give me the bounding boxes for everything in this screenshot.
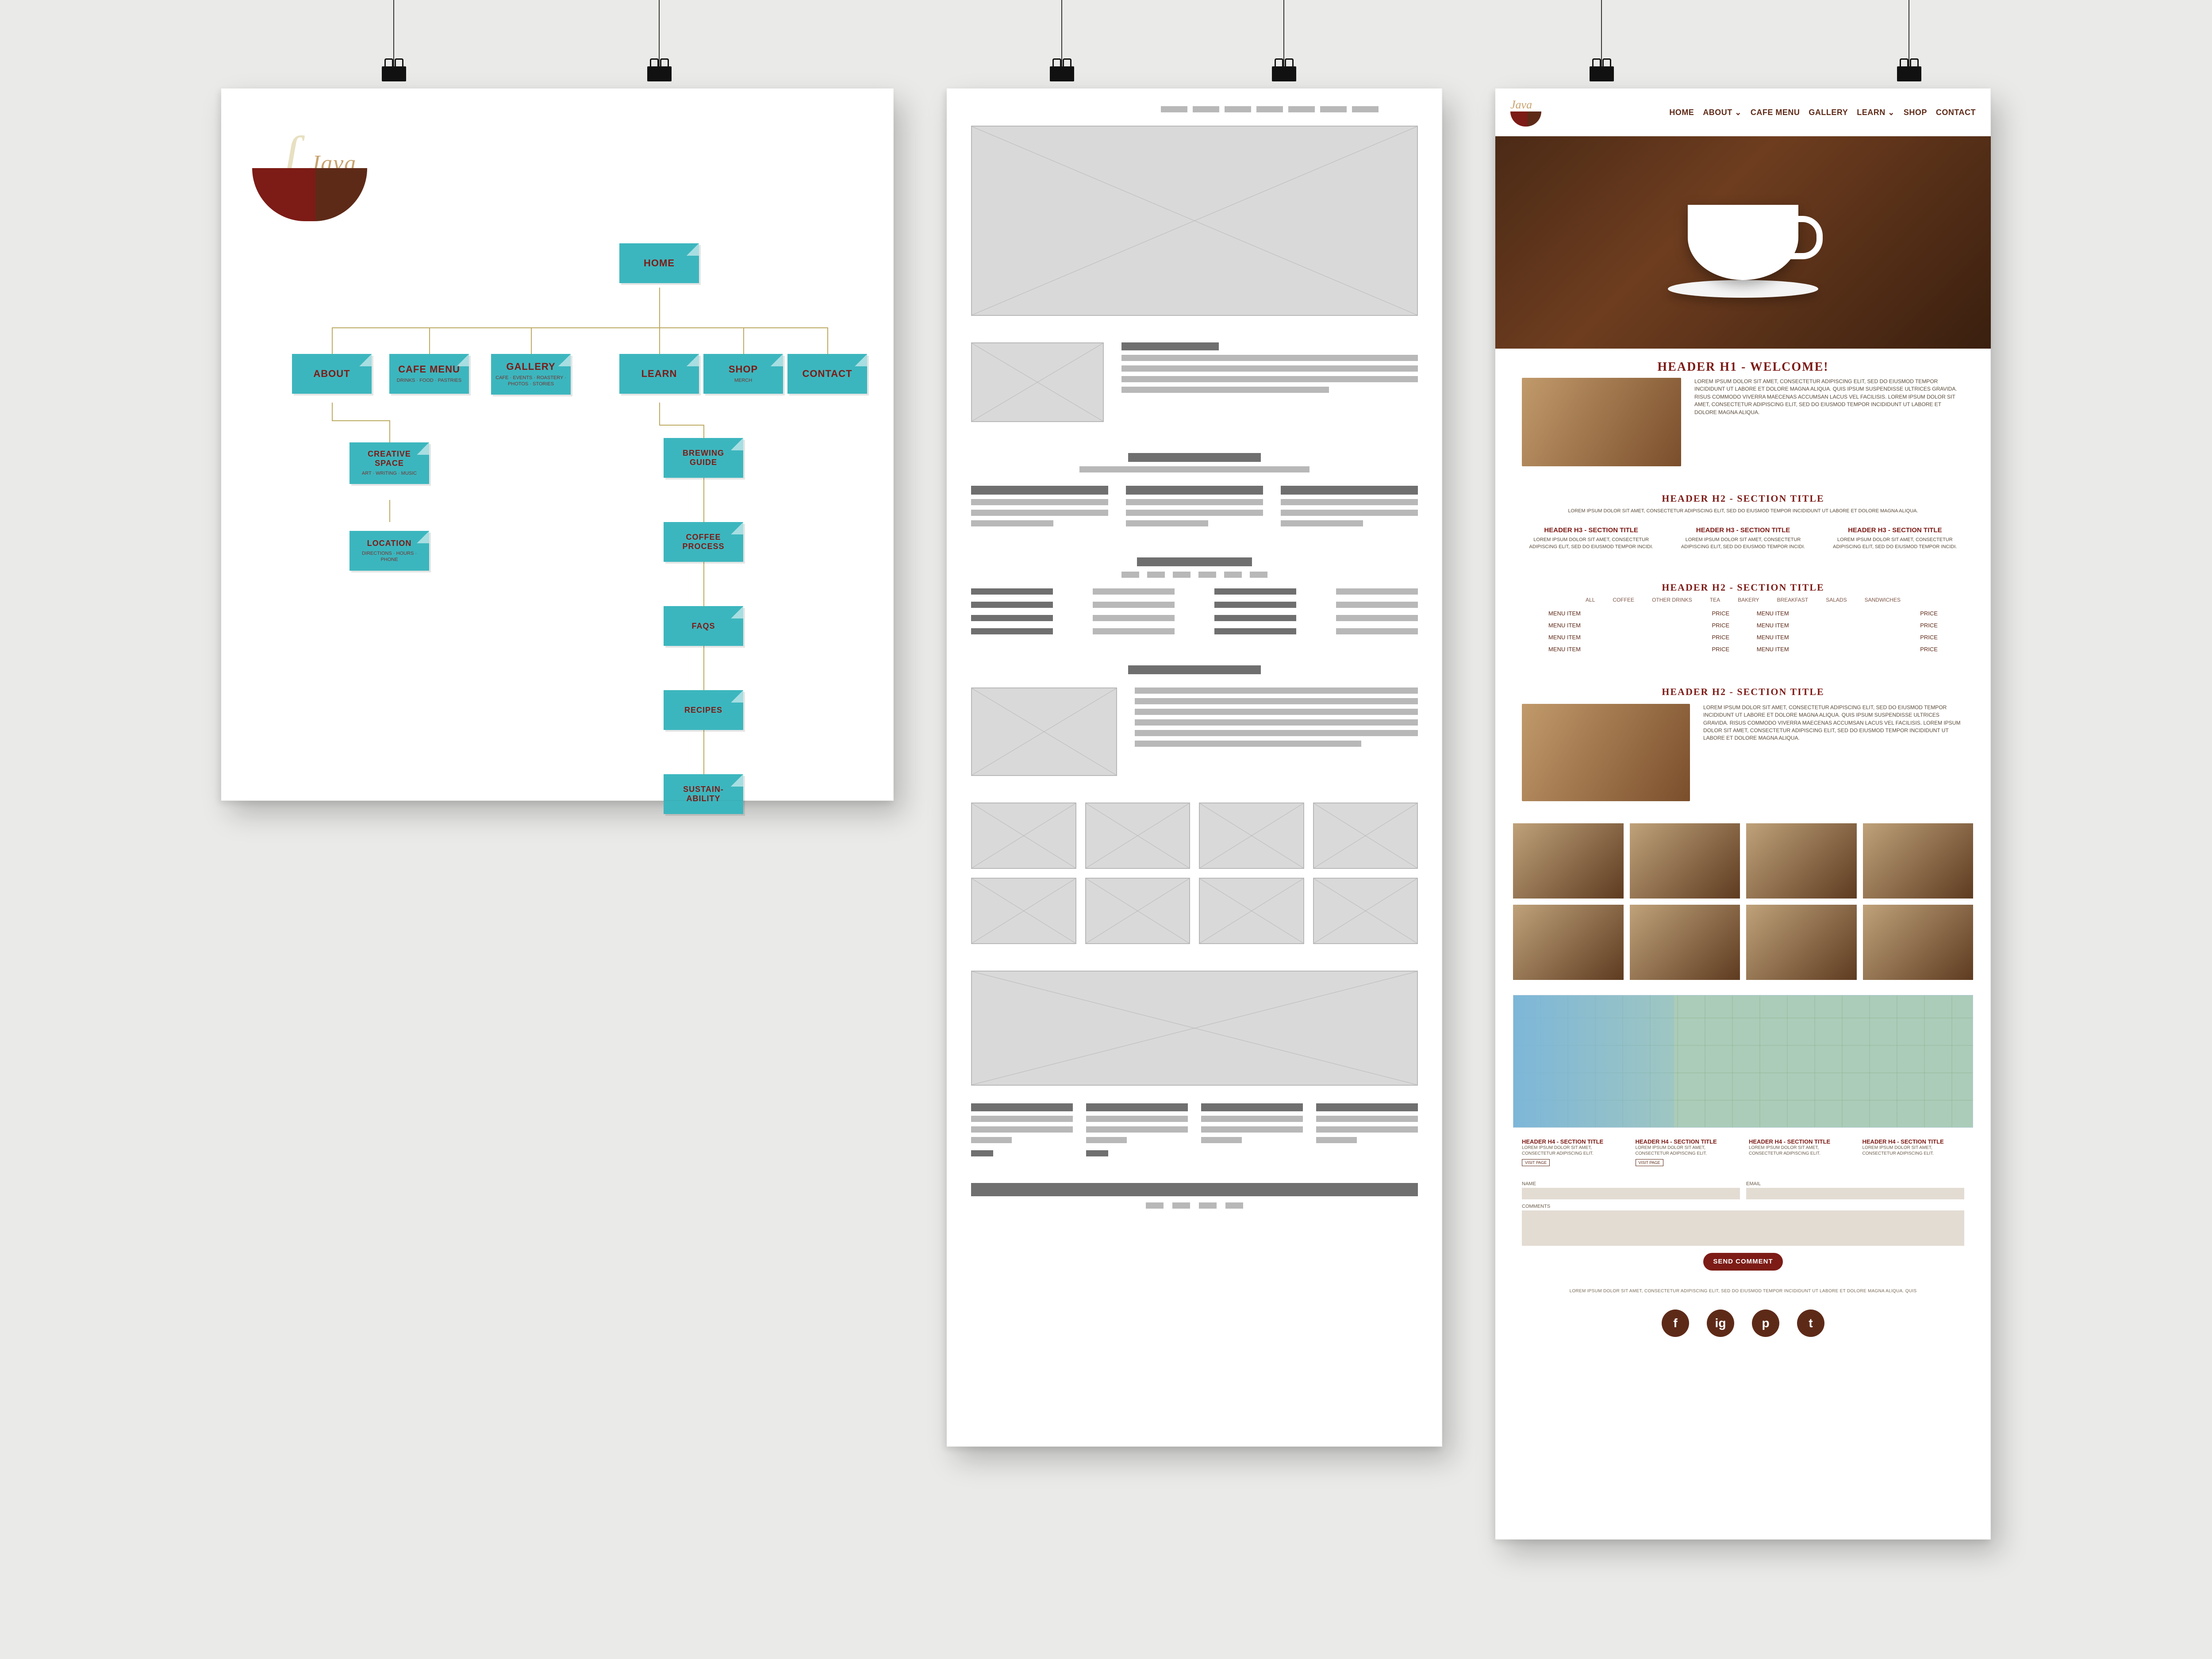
menu-cat-sandwiches[interactable]: SANDWICHES bbox=[1865, 597, 1901, 603]
gallery-photo[interactable] bbox=[1863, 905, 1974, 980]
menu-row: MENU ITEMPRICEMENU ITEMPRICE bbox=[1548, 619, 1938, 631]
binder-clip bbox=[1588, 0, 1615, 88]
location-map[interactable] bbox=[1513, 995, 1973, 1128]
sitemap-node-location: LOCATIONDIRECTIONS · HOURS · PHONE bbox=[349, 531, 429, 571]
wf-map-placeholder bbox=[971, 971, 1418, 1086]
pinterest-icon[interactable]: p bbox=[1752, 1310, 1779, 1337]
sitemap-poster: ʆ Java BEEN HOME ABOUT CAFE MENUDRINKS · … bbox=[221, 88, 894, 801]
comments-field[interactable] bbox=[1522, 1210, 1964, 1246]
welcome-heading: HEADER H1 - WELCOME! bbox=[1495, 360, 1991, 374]
sitemap-node-home: HOME bbox=[619, 243, 699, 283]
sitemap-node-creative-space: CREATIVE SPACEART · WRITING · MUSIC bbox=[349, 442, 429, 484]
menu-row: MENU ITEMPRICEMENU ITEMPRICE bbox=[1548, 607, 1938, 619]
gallery-photo[interactable] bbox=[1746, 823, 1857, 899]
menu-cat-coffee[interactable]: COFFEE bbox=[1613, 597, 1634, 603]
binder-clip bbox=[1048, 0, 1075, 88]
visit-page-button[interactable]: VISIT PAGE bbox=[1636, 1159, 1663, 1166]
contact-info-column: HEADER H4 - SECTION TITLELOREM IPSUM DOL… bbox=[1636, 1138, 1738, 1166]
sitemap-node-sustain-ability: SUSTAIN-ABILITY bbox=[664, 774, 743, 814]
logo-cup-shape bbox=[252, 168, 367, 221]
section-heading: HEADER H2 - SECTION TITLE bbox=[1495, 582, 1991, 593]
sitemap-node-gallery: GALLERYCAFE · EVENTS · ROASTERY · PHOTOS… bbox=[491, 354, 571, 395]
nav-link-home[interactable]: HOME bbox=[1669, 108, 1694, 117]
gallery-photo[interactable] bbox=[1513, 823, 1624, 899]
menu-cat-other-drinks[interactable]: OTHER DRINKS bbox=[1652, 597, 1692, 603]
sitemap-node-shop: SHOPMERCH bbox=[703, 354, 783, 394]
nav-link-contact[interactable]: CONTACT bbox=[1936, 108, 1976, 117]
visit-page-button[interactable]: VISIT PAGE bbox=[1522, 1159, 1550, 1166]
gallery-photo[interactable] bbox=[1746, 905, 1857, 980]
nav-link-cafe-menu[interactable]: CAFE MENU bbox=[1751, 108, 1800, 117]
gallery-photo[interactable] bbox=[1513, 905, 1624, 980]
menu-cat-all[interactable]: ALL bbox=[1586, 597, 1595, 603]
binder-clip bbox=[1896, 0, 1922, 88]
sitemap-node-cafe-menu: CAFE MENUDRINKS · FOOD · PASTRIES bbox=[389, 354, 469, 394]
menu-row: MENU ITEMPRICEMENU ITEMPRICE bbox=[1548, 643, 1938, 655]
sitemap-node-brewing-guide: BREWING GUIDE bbox=[664, 438, 743, 478]
binder-clip bbox=[646, 0, 672, 88]
menu-cat-tea[interactable]: TEA bbox=[1710, 597, 1720, 603]
mini-logo: Java bbox=[1510, 98, 1541, 127]
instagram-icon[interactable]: ig bbox=[1707, 1310, 1734, 1337]
binder-clip bbox=[380, 0, 407, 88]
menu-cat-bakery[interactable]: BAKERY bbox=[1738, 597, 1759, 603]
nav-link-about-[interactable]: ABOUT ⌄ bbox=[1703, 108, 1742, 117]
wf-image-placeholder bbox=[971, 687, 1117, 776]
feature-column: HEADER H3 - SECTION TITLELOREM IPSUM DOL… bbox=[1674, 526, 1812, 551]
binder-clip bbox=[1271, 0, 1297, 88]
workspace-photo bbox=[1522, 704, 1690, 801]
send-button[interactable]: SEND COMMENT bbox=[1703, 1253, 1783, 1271]
section-heading: HEADER H2 - SECTION TITLE bbox=[1495, 493, 1991, 504]
nav-link-shop[interactable]: SHOP bbox=[1904, 108, 1927, 117]
contact-info-column: HEADER H4 - SECTION TITLELOREM IPSUM DOL… bbox=[1749, 1138, 1851, 1166]
menu-cat-breakfast[interactable]: BREAKFAST bbox=[1777, 597, 1809, 603]
feature-column: HEADER H3 - SECTION TITLELOREM IPSUM DOL… bbox=[1522, 526, 1660, 551]
top-nav: Java HOME ABOUT ⌄ CAFE MENU GALLERY LEARN ⌄ S… bbox=[1495, 88, 1991, 136]
nav-link-learn-[interactable]: LEARN ⌄ bbox=[1857, 108, 1895, 117]
sitemap-node-coffee-process: COFFEE PROCESS bbox=[664, 522, 743, 562]
menu-cat-salads[interactable]: SALADS bbox=[1826, 597, 1847, 603]
sitemap-node-recipes: RECIPES bbox=[664, 690, 743, 730]
wf-hero-placeholder bbox=[971, 126, 1418, 316]
sitemap-node-faqs: FAQS bbox=[664, 606, 743, 646]
gallery-photo[interactable] bbox=[1863, 823, 1974, 899]
email-field[interactable] bbox=[1746, 1188, 1964, 1199]
welcome-text: LOREM IPSUM DOLOR SIT AMET, CONSECTETUR … bbox=[1694, 378, 1964, 416]
java-been-logo: ʆ Java BEEN bbox=[248, 111, 380, 221]
cafe-photo bbox=[1522, 378, 1681, 466]
wf-image-placeholder bbox=[971, 342, 1104, 422]
hifi-mock-poster: Java HOME ABOUT ⌄ CAFE MENU GALLERY LEARN ⌄ S… bbox=[1495, 88, 1991, 1540]
section-heading: HEADER H2 - SECTION TITLE bbox=[1495, 686, 1991, 698]
wireframe-poster bbox=[947, 88, 1442, 1447]
twitter-icon[interactable]: t bbox=[1797, 1310, 1824, 1337]
hero-coffee-image bbox=[1495, 136, 1991, 349]
menu-row: MENU ITEMPRICEMENU ITEMPRICE bbox=[1548, 631, 1938, 643]
sitemap-node-about: ABOUT bbox=[292, 354, 372, 394]
sitemap-node-learn: LEARN bbox=[619, 354, 699, 394]
footer-text: LOREM IPSUM DOLOR SIT AMET, CONSECTETUR … bbox=[1495, 1284, 1991, 1299]
nav-link-gallery[interactable]: GALLERY bbox=[1809, 108, 1848, 117]
feature-column: HEADER H3 - SECTION TITLELOREM IPSUM DOL… bbox=[1826, 526, 1964, 551]
gallery-photo[interactable] bbox=[1630, 823, 1740, 899]
contact-info-column: HEADER H4 - SECTION TITLELOREM IPSUM DOL… bbox=[1522, 1138, 1624, 1166]
facebook-icon[interactable]: f bbox=[1662, 1310, 1689, 1337]
gallery-photo[interactable] bbox=[1630, 905, 1740, 980]
presentation-mockup: ʆ Java BEEN HOME ABOUT CAFE MENUDRINKS · … bbox=[0, 0, 2212, 1659]
contact-form: NAME EMAIL COMMENTS SEND COMMENT bbox=[1495, 1177, 1991, 1284]
name-field[interactable] bbox=[1522, 1188, 1740, 1199]
contact-info-column: HEADER H4 - SECTION TITLELOREM IPSUM DOL… bbox=[1863, 1138, 1965, 1166]
sitemap-node-contact: CONTACT bbox=[787, 354, 867, 394]
